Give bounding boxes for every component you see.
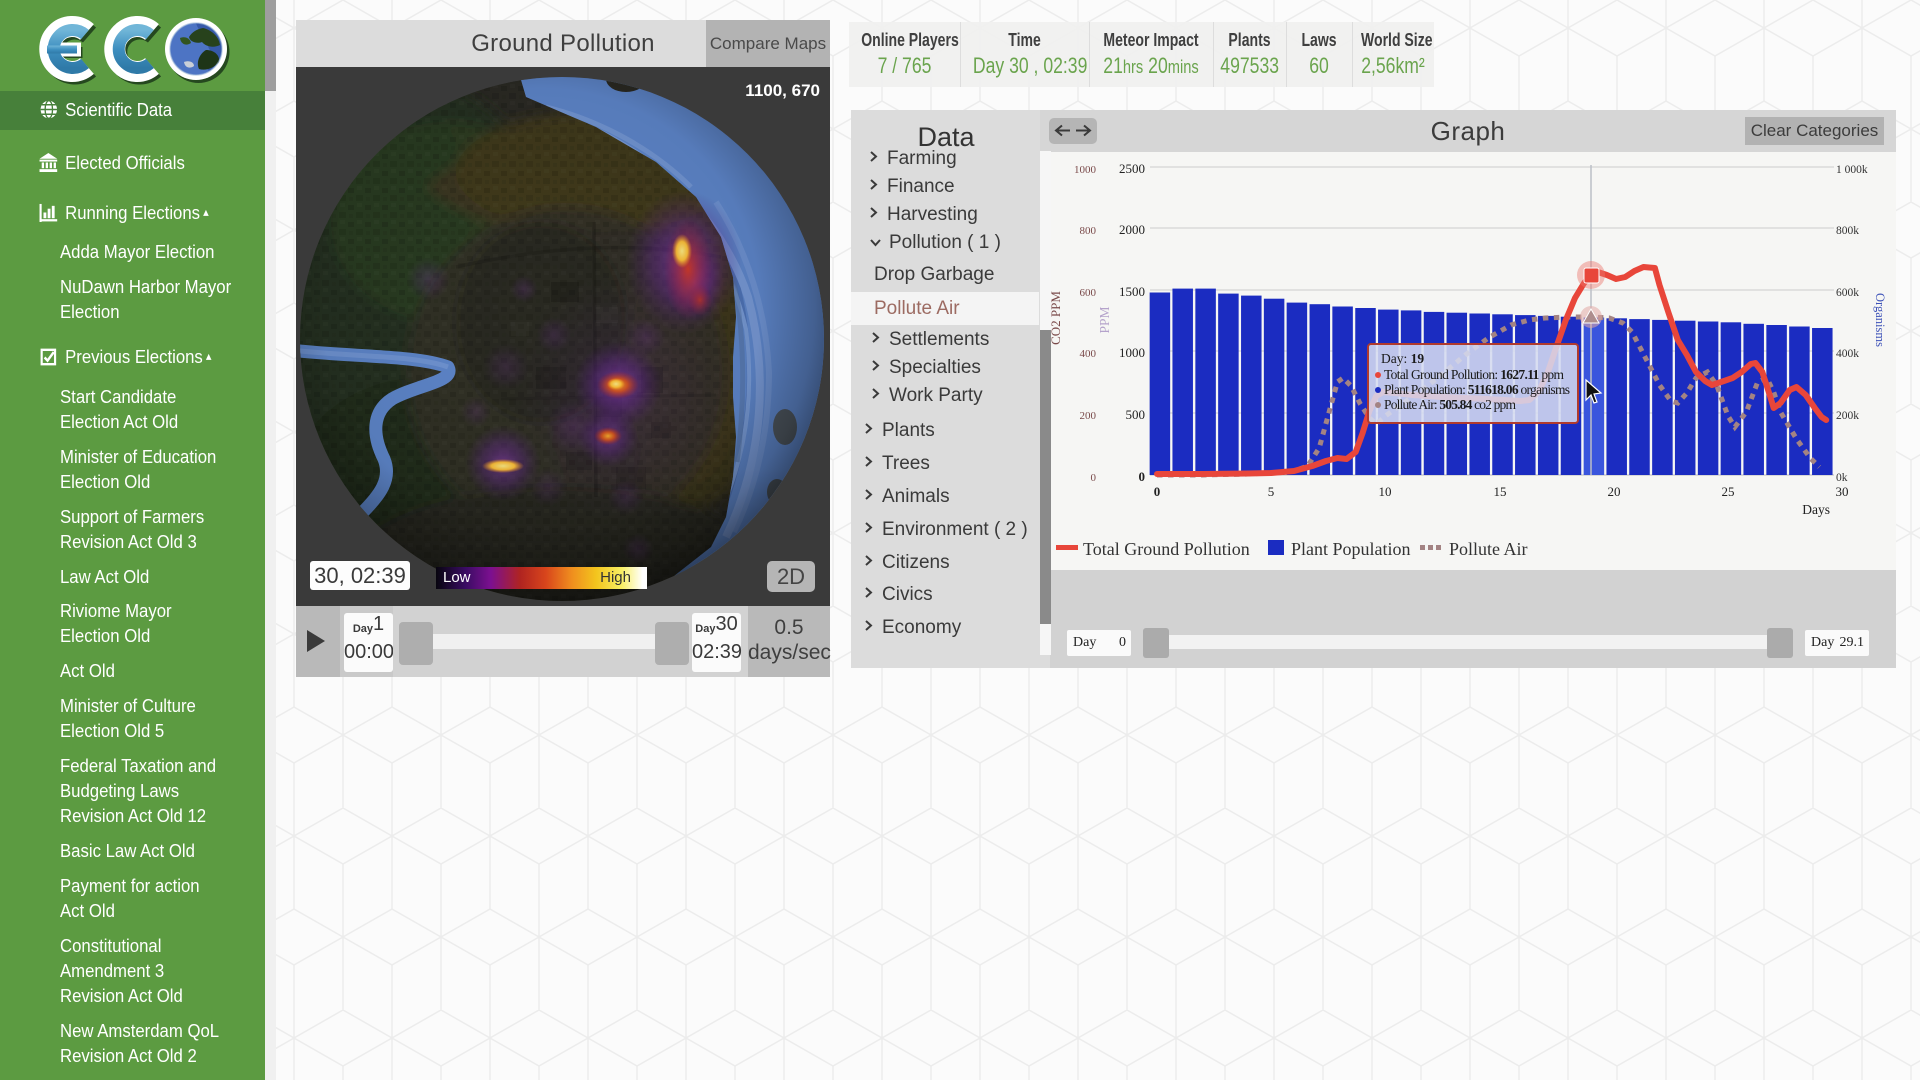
svg-text:2500: 2500 <box>1119 161 1145 176</box>
svg-text:0k: 0k <box>1836 472 1848 484</box>
svg-text:2000: 2000 <box>1119 222 1145 237</box>
svg-text:Plant Population: Plant Population <box>1291 539 1411 559</box>
svg-text:0: 0 <box>1091 472 1097 484</box>
svg-text:25: 25 <box>1722 484 1735 499</box>
svg-text:CO2 PPM: CO2 PPM <box>1050 291 1063 345</box>
svg-text:Day: 19: Day: 19 <box>1381 351 1424 366</box>
svg-text:600k: 600k <box>1836 287 1859 299</box>
svg-text:Days: Days <box>1802 502 1830 517</box>
svg-text:Total Ground Pollution: Total Ground Pollution <box>1083 539 1250 559</box>
svg-text:200k: 200k <box>1836 410 1859 422</box>
svg-text:PPM: PPM <box>1097 306 1112 333</box>
svg-text:600: 600 <box>1080 287 1097 299</box>
svg-text:Pollute Air: 505.84 co2 ppm: Pollute Air: 505.84 co2 ppm <box>1384 397 1516 412</box>
svg-text:200: 200 <box>1080 410 1097 422</box>
svg-text:Pollute Air: Pollute Air <box>1449 539 1528 559</box>
svg-text:1500: 1500 <box>1119 284 1145 299</box>
svg-text:400: 400 <box>1080 348 1097 360</box>
svg-text:Plant Population: 511618.06 or: Plant Population: 511618.06 organisms <box>1384 382 1570 397</box>
svg-text:Organisms: Organisms <box>1873 293 1887 347</box>
svg-text:30: 30 <box>1836 484 1849 499</box>
svg-text:800: 800 <box>1080 225 1097 237</box>
svg-text:0: 0 <box>1139 469 1146 484</box>
svg-text:10: 10 <box>1379 484 1392 499</box>
svg-text:20: 20 <box>1608 484 1621 499</box>
svg-text:5: 5 <box>1268 484 1275 499</box>
svg-text:1000: 1000 <box>1119 345 1145 360</box>
svg-text:Total Ground Pollution: 1627.1: Total Ground Pollution: 1627.11 ppm <box>1384 367 1564 382</box>
svg-text:15: 15 <box>1494 484 1507 499</box>
svg-text:800k: 800k <box>1836 225 1859 237</box>
svg-text:400k: 400k <box>1836 348 1859 360</box>
svg-text:1 000k: 1 000k <box>1836 164 1868 176</box>
svg-text:1000: 1000 <box>1074 164 1097 176</box>
svg-text:0: 0 <box>1154 484 1161 499</box>
svg-text:500: 500 <box>1126 407 1146 422</box>
